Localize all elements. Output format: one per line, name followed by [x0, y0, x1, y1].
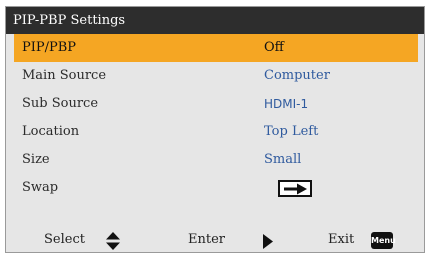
menu-item-location[interactable]: Location Top Left — [14, 118, 418, 146]
menu-item-label: Swap — [22, 180, 59, 195]
swap-arrow-icon — [278, 180, 312, 197]
right-triangle-icon — [263, 234, 273, 249]
menu-key-icon: Menu — [371, 232, 396, 249]
menu-item-label: Location — [22, 124, 80, 139]
menu-item-label: Size — [22, 152, 50, 167]
key-hint-bar: Select Enter Exit Menu — [6, 229, 424, 253]
menu-item-size[interactable]: Size Small — [14, 146, 418, 174]
settings-list: PIP/PBP Off Main Source Computer Sub Sou… — [14, 34, 418, 202]
menu-title: PIP-PBP Settings — [6, 7, 424, 34]
menu-item-label: Main Source — [22, 68, 107, 83]
menu-item-pip-pbp[interactable]: PIP/PBP Off — [14, 34, 418, 62]
menu-item-swap[interactable]: Swap — [14, 174, 418, 202]
menu-item-main-source[interactable]: Main Source Computer — [14, 62, 418, 90]
enter-hint-label: Enter — [188, 232, 225, 247]
menu-item-label: Sub Source — [22, 96, 99, 111]
menu-item-label: PIP/PBP — [22, 40, 77, 55]
menu-item-value: Off — [264, 40, 284, 55]
menu-item-value: Computer — [264, 68, 330, 83]
up-down-arrows-icon — [106, 232, 120, 250]
select-hint-label: Select — [44, 232, 85, 247]
menu-item-sub-source[interactable]: Sub Source HDMI-1 — [14, 90, 418, 118]
osd-menu-panel: PIP-PBP Settings PIP/PBP Off Main Source… — [5, 6, 425, 253]
exit-hint-label: Exit — [328, 232, 355, 247]
menu-item-value: HDMI-1 — [264, 97, 309, 111]
menu-item-value: Top Left — [264, 124, 319, 139]
menu-item-value: Small — [264, 152, 302, 167]
